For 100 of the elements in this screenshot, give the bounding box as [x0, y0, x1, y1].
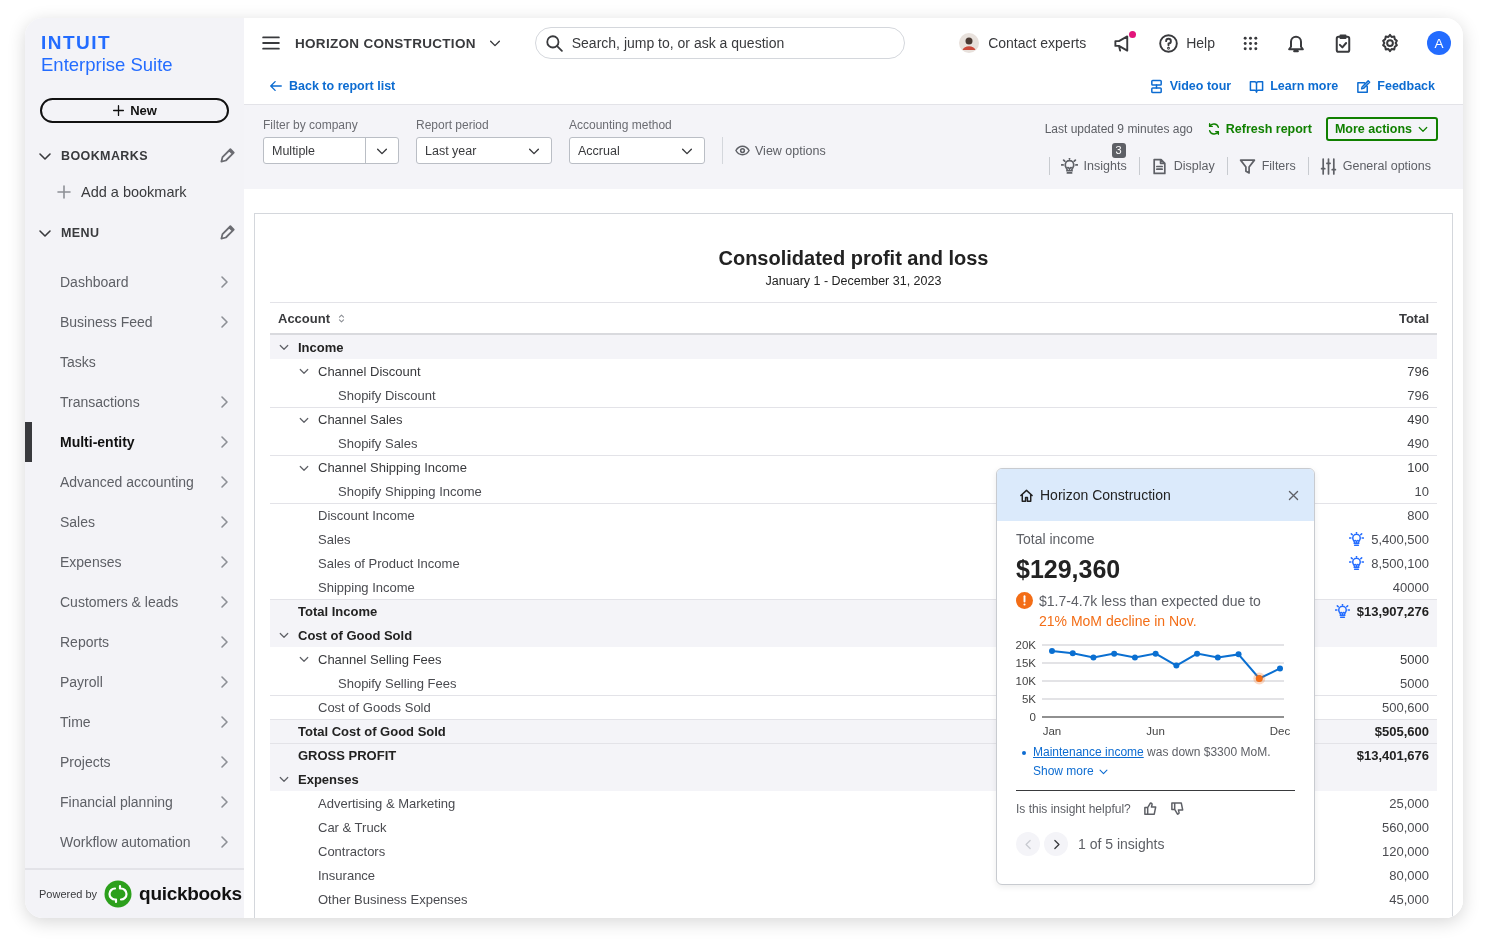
header-link[interactable]: Learn more — [1249, 78, 1339, 94]
data-point[interactable] — [1235, 651, 1242, 658]
menu-icon[interactable] — [262, 34, 280, 52]
account-name: Channel Sales — [318, 412, 403, 427]
axis-label: 10K — [1015, 675, 1036, 687]
show-more-link[interactable]: Show more — [1033, 764, 1109, 778]
menu-item[interactable]: Dashboard — [25, 262, 244, 302]
menu-item[interactable]: Expenses — [25, 542, 244, 582]
menu-item[interactable]: Advanced accounting — [25, 462, 244, 502]
report-title: Consolidated profit and loss — [717, 246, 990, 271]
toolbar-button[interactable]: Filters — [1226, 157, 1303, 175]
account-name: Cost of Good Sold — [298, 627, 413, 643]
data-point[interactable] — [1214, 654, 1221, 661]
pager-text: 1 of 5 insights — [1078, 836, 1165, 852]
data-point[interactable] — [1152, 650, 1159, 657]
data-point[interactable] — [1277, 665, 1283, 672]
toolbar-button[interactable]: Display — [1138, 157, 1222, 175]
column-header[interactable]: Total — [1398, 310, 1429, 326]
menu-item[interactable]: Financial planning — [25, 782, 244, 822]
data-point[interactable] — [1069, 650, 1076, 657]
menu-item[interactable]: Time — [25, 702, 244, 742]
clipboard-icon[interactable] — [1333, 33, 1353, 53]
data-point[interactable] — [1049, 648, 1055, 655]
contact-experts-button[interactable]: Contact experts — [959, 33, 1087, 53]
dropdown-field[interactable]: Multiple — [263, 137, 399, 164]
pencil-icon[interactable] — [218, 147, 236, 165]
account-name: Total Income — [298, 604, 378, 619]
axis-label: 20K — [1015, 639, 1036, 651]
lightbulb-icon[interactable] — [1334, 604, 1350, 619]
account-name: GROSS PROFIT — [298, 748, 397, 763]
account-name: Contractors — [318, 843, 386, 859]
feedback-icon — [1356, 78, 1372, 94]
account-link[interactable]: Maintenance income — [1033, 745, 1144, 759]
apps-grid-icon[interactable] — [1242, 34, 1259, 52]
lightbulb-icon[interactable] — [1349, 531, 1365, 547]
highlighted-point[interactable] — [1253, 672, 1266, 685]
header-link[interactable]: Video tour — [1148, 78, 1232, 94]
dropdown-field[interactable]: Accrual — [569, 137, 705, 164]
help-button[interactable]: Help — [1159, 33, 1215, 53]
dropdown-field[interactable]: Last year — [416, 137, 552, 164]
account-name: Income — [298, 339, 344, 355]
pencil-icon[interactable] — [218, 224, 236, 242]
data-point[interactable] — [1131, 654, 1138, 661]
close-icon[interactable] — [1287, 488, 1300, 502]
data-point[interactable] — [1194, 650, 1201, 657]
sliders-icon — [1319, 157, 1337, 175]
company-switcher[interactable]: HORIZON CONSTRUCTION — [295, 35, 502, 51]
add-bookmark-link[interactable]: Add a bookmark — [56, 184, 244, 200]
axis-label: 5K — [1021, 693, 1036, 705]
document-icon — [1150, 157, 1168, 175]
menu-item[interactable]: Payroll — [25, 662, 244, 702]
refresh-report-button[interactable]: Refresh report — [1206, 122, 1312, 136]
feedback-question: Is this insight helpful? — [1016, 801, 1131, 816]
account-name: Discount Income — [318, 508, 415, 523]
axis-label: 15K — [1015, 657, 1036, 669]
thumbs-down-icon[interactable] — [1169, 801, 1185, 816]
user-avatar[interactable]: A — [1427, 31, 1451, 55]
data-point[interactable] — [1173, 662, 1180, 669]
book-icon — [1249, 78, 1265, 94]
account-name: Cost of Goods Sold — [318, 700, 431, 715]
metric-value: $129,360 — [1016, 555, 1122, 584]
insight-detail-text: Maintenance income was down $3300 MoM. — [1033, 744, 1271, 761]
data-point[interactable] — [1111, 650, 1118, 657]
next-button[interactable] — [1044, 832, 1068, 856]
view-options-button[interactable]: View options — [722, 137, 826, 164]
warning-icon — [1016, 592, 1033, 609]
lightbulb-icon[interactable] — [1349, 555, 1365, 571]
amount: 25,000 — [1389, 795, 1429, 811]
menu-item[interactable]: Business Feed — [25, 302, 244, 342]
header-link[interactable]: Feedback — [1356, 78, 1435, 94]
column-header[interactable]: Account — [278, 310, 347, 326]
account-name: Advertising & Marketing — [318, 795, 456, 811]
amount: 560,000 — [1382, 819, 1429, 835]
amount: 5000 — [1400, 651, 1429, 667]
menu-item[interactable]: Projects — [25, 742, 244, 782]
menu-item[interactable]: Sales — [25, 502, 244, 542]
menu-item[interactable]: Workflow automation — [25, 822, 244, 862]
toolbar-button[interactable]: General options — [1307, 157, 1438, 175]
search-field[interactable]: Search, jump to, or ask a question — [534, 27, 905, 59]
more-actions-button[interactable]: More actions — [1325, 117, 1438, 141]
amount: 100 — [1407, 460, 1429, 475]
back-link[interactable]: Back to report list — [269, 79, 396, 93]
last-updated-text: Last updated 9 minutes ago — [1044, 122, 1193, 136]
menu-item[interactable]: Reports — [25, 622, 244, 662]
report-date-range: January 1 - December 31, 2023 — [764, 274, 943, 288]
settings-icon[interactable] — [1380, 33, 1400, 53]
thumbs-up-icon[interactable] — [1142, 801, 1158, 816]
new-button[interactable]: New — [40, 98, 229, 123]
lightbulb-icon — [1060, 157, 1078, 175]
amount: $13,401,676 — [1356, 748, 1429, 763]
help-icon — [1159, 33, 1179, 53]
menu-item[interactable]: Customers & leads — [25, 582, 244, 622]
amount: 5000 — [1400, 675, 1429, 691]
amount: 45,000 — [1389, 891, 1429, 907]
data-point[interactable] — [1090, 654, 1097, 661]
menu-item[interactable]: Tasks — [25, 342, 244, 382]
menu-item[interactable]: Transactions — [25, 382, 244, 422]
menu-item[interactable]: Multi-entity — [25, 422, 244, 462]
bell-icon[interactable] — [1286, 33, 1306, 53]
amount: 10 — [1414, 483, 1429, 499]
